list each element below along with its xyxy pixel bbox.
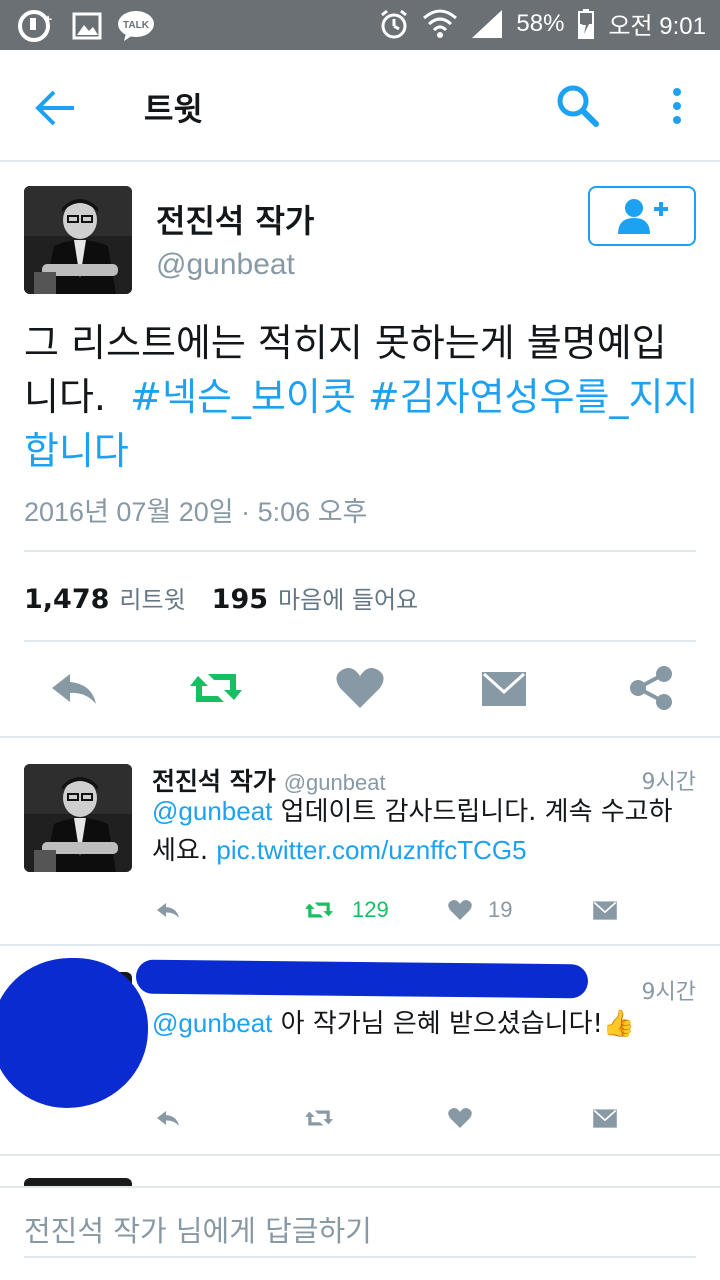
reply-icon[interactable] bbox=[46, 660, 102, 716]
status-bar: + TALK 58% 오전 9:01 bbox=[0, 0, 720, 50]
gallery-icon bbox=[72, 12, 102, 40]
wifi-icon bbox=[423, 9, 458, 38]
tweet-timestamp: 2016년 07월 20일 · 5:06 오후 bbox=[24, 497, 368, 527]
u-plus-icon: + bbox=[18, 10, 52, 42]
reply-button[interactable] bbox=[152, 892, 184, 928]
reply-button[interactable] bbox=[152, 1100, 184, 1136]
divider bbox=[24, 640, 696, 642]
retweet-button[interactable]: 129 bbox=[300, 892, 389, 928]
mention-link[interactable]: @gunbeat bbox=[152, 1008, 272, 1038]
avatar-photo-icon bbox=[24, 764, 132, 872]
retweet-icon[interactable] bbox=[186, 660, 246, 716]
add-user-icon bbox=[618, 199, 668, 234]
retweet-label[interactable]: 리트윗 bbox=[119, 580, 185, 615]
retweet-count: 129 bbox=[352, 897, 389, 922]
reply-text: @gunbeat 업데이트 감사드립니다. 계속 수고하세요. pic.twit… bbox=[152, 792, 692, 870]
back-arrow-icon[interactable] bbox=[26, 80, 86, 136]
reply-composer bbox=[0, 1186, 720, 1280]
like-heart-icon bbox=[448, 900, 472, 920]
like-count[interactable]: 195 bbox=[212, 584, 268, 615]
reply-icon bbox=[157, 1111, 179, 1126]
like-button[interactable] bbox=[446, 1100, 474, 1136]
author-avatar[interactable] bbox=[24, 186, 132, 294]
reply-text: @gunbeat 아 작가님 은혜 받으셨습니다!👍 bbox=[152, 1004, 692, 1043]
hashtag-link[interactable]: #넥슨_보이콧 bbox=[130, 375, 356, 419]
alarm-icon bbox=[381, 9, 408, 38]
tweet-action-bar bbox=[0, 660, 720, 720]
hashtag-link[interactable]: #김자연성우를_지지합니다 bbox=[24, 375, 698, 473]
reply-avatar bbox=[24, 1178, 132, 1186]
redaction-scribble bbox=[135, 959, 589, 999]
thumbs-up-emoji: 👍 bbox=[602, 1009, 636, 1039]
like-heart-icon bbox=[448, 1108, 472, 1128]
page-title: 트윗 bbox=[144, 90, 203, 128]
direct-message-icon bbox=[593, 901, 617, 920]
section-divider bbox=[0, 1154, 720, 1156]
media-link[interactable]: pic.twitter.com/uznffcTCG5 bbox=[216, 835, 526, 865]
message-button[interactable] bbox=[590, 1100, 620, 1136]
reply-action-bar bbox=[0, 1100, 720, 1140]
clock: 오전 9:01 bbox=[608, 13, 706, 40]
like-label[interactable]: 마음에 들어요 bbox=[278, 580, 418, 615]
tweet-stats: 1,478 리트윗 195 마음에 들어요 bbox=[24, 580, 444, 615]
like-count: 19 bbox=[488, 897, 513, 922]
top-toolbar: 트윗 bbox=[0, 50, 720, 162]
kakaotalk-icon: TALK bbox=[118, 11, 154, 41]
reply-time: 9시간 bbox=[641, 980, 696, 1005]
retweet-button[interactable] bbox=[300, 1100, 338, 1136]
message-button[interactable] bbox=[590, 892, 620, 928]
direct-message-icon bbox=[593, 1109, 617, 1128]
divider bbox=[24, 550, 696, 552]
reply-action-bar: 129 19 bbox=[0, 892, 720, 932]
author-name[interactable]: 전진석 작가 bbox=[156, 196, 314, 242]
retweet-count[interactable]: 1,478 bbox=[24, 584, 109, 615]
mention-link[interactable]: @gunbeat bbox=[152, 796, 272, 826]
author-handle[interactable]: @gunbeat bbox=[156, 248, 295, 282]
svg-text:+: + bbox=[44, 11, 52, 27]
reply-avatar[interactable] bbox=[24, 764, 132, 872]
reply-body: 아 작가님 은혜 받으셨습니다! bbox=[280, 1009, 603, 1039]
reply-input[interactable] bbox=[24, 1206, 696, 1258]
battery-percent: 58% bbox=[516, 9, 565, 37]
svg-text:TALK: TALK bbox=[123, 20, 150, 31]
retweet-icon bbox=[305, 902, 333, 918]
tweet-text: 그 리스트에는 적히지 못하는게 불명예입니다. #넥슨_보이콧 #김자연성우를… bbox=[24, 316, 700, 478]
direct-message-icon[interactable] bbox=[480, 660, 528, 716]
like-heart-icon[interactable] bbox=[332, 660, 388, 716]
avatar-photo-icon bbox=[24, 186, 132, 294]
signal-icon bbox=[472, 9, 503, 38]
retweet-icon bbox=[305, 1110, 333, 1126]
battery-charging-icon bbox=[578, 8, 595, 39]
reply-item[interactable]: 전진석 작가 @gunbeat 9시간 @gunbeat 업데이트 감사드립니다.… bbox=[0, 738, 720, 944]
more-options-icon[interactable] bbox=[660, 80, 694, 136]
reply-icon bbox=[157, 903, 179, 918]
search-icon[interactable] bbox=[552, 80, 604, 132]
like-button[interactable]: 19 bbox=[446, 892, 512, 928]
follow-button[interactable] bbox=[588, 186, 696, 246]
share-icon[interactable] bbox=[624, 660, 680, 716]
